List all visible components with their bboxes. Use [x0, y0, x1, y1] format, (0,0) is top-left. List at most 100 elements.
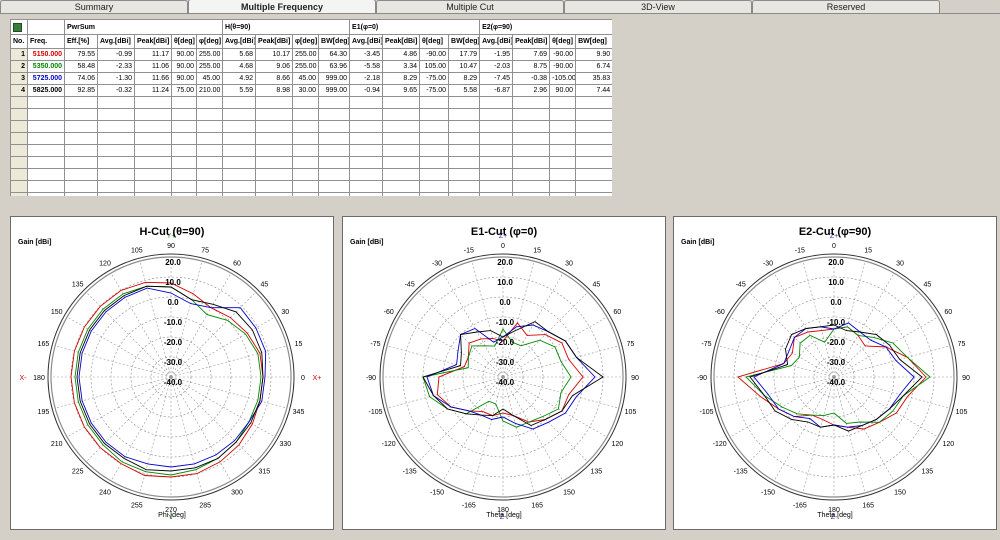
- empty-cell[interactable]: [64, 132, 98, 145]
- empty-cell[interactable]: [255, 108, 294, 121]
- empty-cell[interactable]: [292, 156, 320, 169]
- cell-h-peak[interactable]: 10.17: [255, 48, 294, 61]
- empty-cell[interactable]: [479, 180, 514, 193]
- frequency-cell[interactable]: 5725.000: [27, 72, 65, 85]
- empty-cell[interactable]: [10, 108, 28, 121]
- cell-h-peak[interactable]: 8.98: [255, 84, 294, 97]
- cell-eff[interactable]: 58.48: [64, 60, 98, 73]
- empty-cell[interactable]: [575, 132, 612, 145]
- empty-cell[interactable]: [575, 156, 612, 169]
- empty-row[interactable]: [10, 192, 612, 196]
- empty-cell[interactable]: [479, 132, 514, 145]
- empty-cell[interactable]: [479, 120, 514, 133]
- e1-cut-plot[interactable]: 0 15 30 45 60 75 90 105 120 135 150 165 180 -15 -30 -45…: [342, 216, 666, 530]
- empty-cell[interactable]: [512, 132, 551, 145]
- empty-cell[interactable]: [97, 132, 135, 145]
- empty-cell[interactable]: [10, 168, 28, 181]
- empty-cell[interactable]: [318, 168, 351, 181]
- empty-cell[interactable]: [222, 132, 257, 145]
- cell-p-avg[interactable]: -0.99: [97, 48, 135, 61]
- empty-cell[interactable]: [222, 156, 257, 169]
- empty-cell[interactable]: [382, 96, 421, 109]
- empty-cell[interactable]: [448, 192, 481, 196]
- empty-cell[interactable]: [134, 132, 172, 145]
- empty-cell[interactable]: [222, 180, 257, 193]
- cell-e2-avg[interactable]: -1.95: [479, 48, 514, 61]
- empty-cell[interactable]: [318, 132, 351, 145]
- empty-cell[interactable]: [382, 132, 421, 145]
- cell-p-peak[interactable]: 11.17: [134, 48, 172, 61]
- empty-cell[interactable]: [171, 180, 197, 193]
- empty-cell[interactable]: [549, 96, 577, 109]
- empty-row[interactable]: [10, 108, 612, 121]
- empty-cell[interactable]: [134, 96, 172, 109]
- cell-p-peak[interactable]: 11.66: [134, 72, 172, 85]
- empty-cell[interactable]: [349, 132, 384, 145]
- cell-e1-bw[interactable]: 8.29: [448, 72, 481, 85]
- cell-h-avg[interactable]: 5.68: [222, 48, 257, 61]
- empty-cell[interactable]: [318, 156, 351, 169]
- empty-cell[interactable]: [222, 168, 257, 181]
- empty-cell[interactable]: [382, 180, 421, 193]
- cell-e2-theta[interactable]: 90.00: [549, 84, 577, 97]
- cell-e2-avg[interactable]: -2.03: [479, 60, 514, 73]
- cell-e2-theta[interactable]: -90.00: [549, 60, 577, 73]
- empty-cell[interactable]: [97, 192, 135, 196]
- empty-cell[interactable]: [255, 96, 294, 109]
- empty-cell[interactable]: [134, 180, 172, 193]
- cell-h-bw[interactable]: 63.96: [318, 60, 351, 73]
- cell-e2-theta[interactable]: -90.00: [549, 48, 577, 61]
- empty-row[interactable]: [10, 132, 612, 145]
- cell-h-bw[interactable]: 999.00: [318, 84, 351, 97]
- empty-cell[interactable]: [419, 156, 450, 169]
- cell-h-avg[interactable]: 4.68: [222, 60, 257, 73]
- empty-cell[interactable]: [549, 132, 577, 145]
- cell-e2-bw[interactable]: 6.74: [575, 60, 612, 73]
- empty-cell[interactable]: [318, 144, 351, 157]
- empty-cell[interactable]: [382, 144, 421, 157]
- empty-cell[interactable]: [195, 96, 224, 109]
- empty-cell[interactable]: [97, 180, 135, 193]
- empty-cell[interactable]: [575, 120, 612, 133]
- empty-cell[interactable]: [27, 168, 65, 181]
- empty-cell[interactable]: [64, 156, 98, 169]
- empty-cell[interactable]: [318, 180, 351, 193]
- empty-cell[interactable]: [97, 96, 135, 109]
- empty-cell[interactable]: [171, 156, 197, 169]
- empty-cell[interactable]: [171, 192, 197, 196]
- empty-row[interactable]: [10, 168, 612, 181]
- cell-e1-avg[interactable]: -5.58: [349, 60, 384, 73]
- empty-cell[interactable]: [292, 180, 320, 193]
- empty-cell[interactable]: [292, 192, 320, 196]
- cell-e1-theta[interactable]: 105.00: [419, 60, 450, 73]
- cell-h-phi[interactable]: 255.00: [292, 48, 320, 61]
- empty-cell[interactable]: [27, 192, 65, 196]
- tab-3d-view[interactable]: 3D-View: [564, 0, 752, 13]
- empty-cell[interactable]: [349, 108, 384, 121]
- empty-cell[interactable]: [349, 120, 384, 133]
- empty-cell[interactable]: [292, 144, 320, 157]
- empty-cell[interactable]: [549, 120, 577, 133]
- cell-h-phi[interactable]: 30.00: [292, 84, 320, 97]
- empty-cell[interactable]: [448, 96, 481, 109]
- empty-cell[interactable]: [64, 168, 98, 181]
- empty-cell[interactable]: [292, 96, 320, 109]
- empty-cell[interactable]: [419, 180, 450, 193]
- empty-cell[interactable]: [349, 156, 384, 169]
- cell-p-phi[interactable]: 210.00: [195, 84, 224, 97]
- table-row[interactable]: 3 5725.000 74.06 -1.30 11.66 90.00 45.00 4.92 8.…: [10, 72, 612, 85]
- empty-cell[interactable]: [419, 168, 450, 181]
- empty-cell[interactable]: [318, 192, 351, 196]
- cell-h-bw[interactable]: 64.30: [318, 48, 351, 61]
- empty-cell[interactable]: [255, 120, 294, 133]
- empty-cell[interactable]: [27, 120, 65, 133]
- empty-cell[interactable]: [171, 168, 197, 181]
- cell-p-avg[interactable]: -1.30: [97, 72, 135, 85]
- cell-p-phi[interactable]: 45.00: [195, 72, 224, 85]
- empty-cell[interactable]: [64, 108, 98, 121]
- empty-cell[interactable]: [512, 168, 551, 181]
- empty-cell[interactable]: [195, 180, 224, 193]
- cell-h-avg[interactable]: 4.92: [222, 72, 257, 85]
- e2-cut-plot[interactable]: 0 15 30 45 60 75 90 105 120 135 150 165 180 -15 -30 -45…: [673, 216, 997, 530]
- empty-row[interactable]: [10, 156, 612, 169]
